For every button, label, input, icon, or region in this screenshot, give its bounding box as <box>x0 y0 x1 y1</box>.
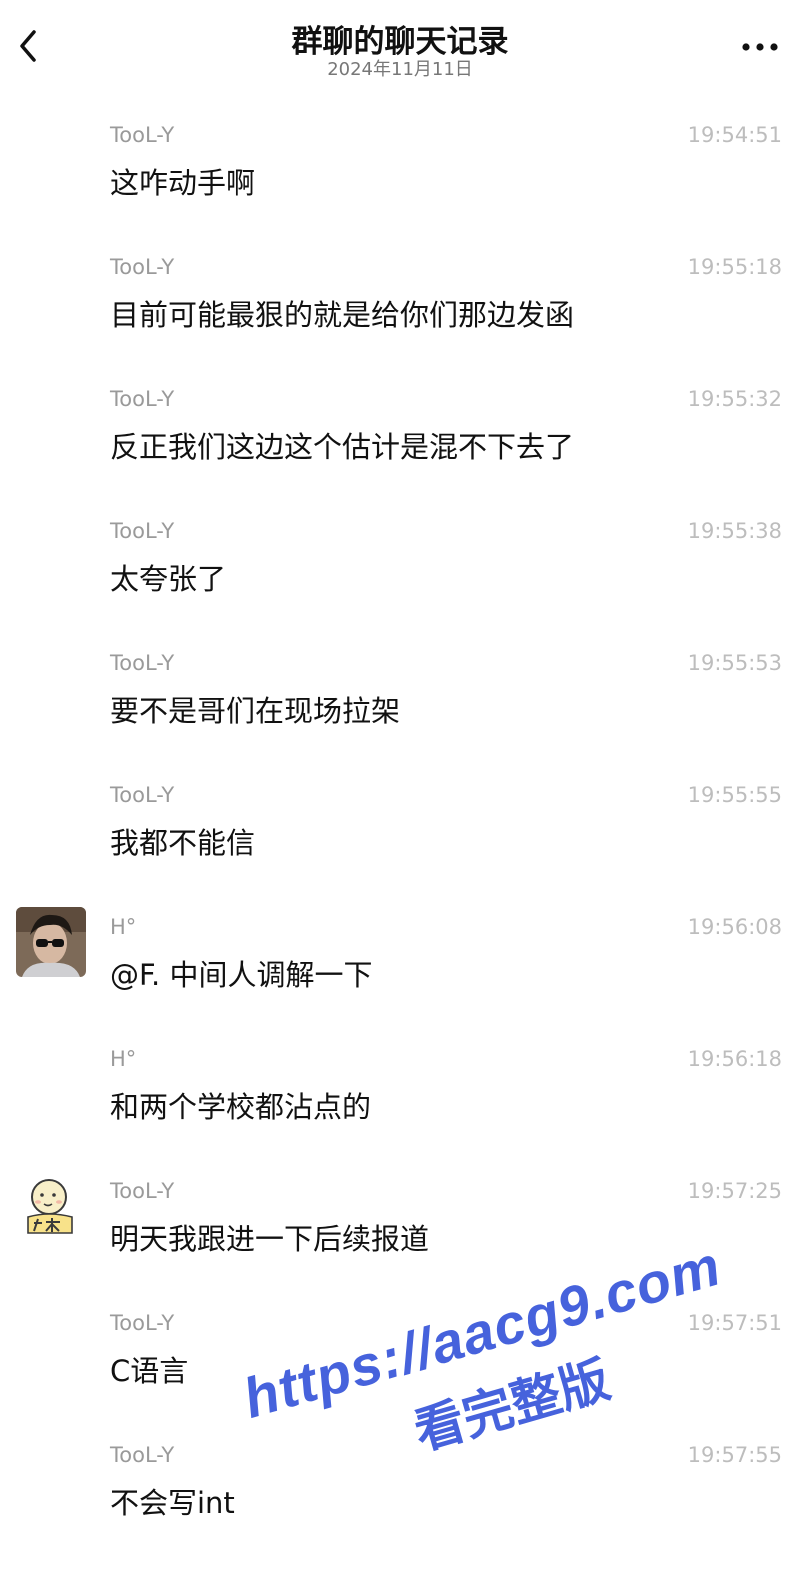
message-text[interactable]: 目前可能最狠的就是给你们那边发函 <box>110 292 574 334</box>
message-text[interactable]: 和两个学校都沾点的 <box>110 1084 371 1126</box>
message-text[interactable]: 这咋动手啊 <box>110 160 255 202</box>
message-text[interactable]: 明天我跟进一下后续报道 <box>110 1216 429 1258</box>
message-sender: H° <box>110 1047 137 1071</box>
message-time: 19:54:51 <box>687 123 782 147</box>
more-options-button[interactable] <box>740 32 780 62</box>
avatar-cartoon[interactable] <box>16 1171 86 1241</box>
message-sender: TooL-Y <box>110 255 175 279</box>
message-item: TooL-Y 19:57:51 C语言 <box>0 1288 800 1420</box>
message-sender: TooL-Y <box>110 783 175 807</box>
message-sender: H° <box>110 915 137 939</box>
message-time: 19:57:55 <box>687 1443 782 1467</box>
message-text[interactable]: C语言 <box>110 1348 188 1390</box>
cartoon-character-avatar-icon <box>16 1171 86 1241</box>
message-text[interactable]: @F. 中间人调解一下 <box>110 952 372 994</box>
message-text[interactable]: 不会写int <box>110 1480 235 1522</box>
message-item: TooL-Y 19:55:32 反正我们这边这个估计是混不下去了 <box>0 364 800 496</box>
message-text[interactable]: 我都不能信 <box>110 820 255 862</box>
message-item: TooL-Y 19:57:25 明天我跟进一下后续报道 <box>0 1156 800 1288</box>
message-sender: TooL-Y <box>110 651 175 675</box>
user-photo-avatar-icon <box>16 907 86 977</box>
message-sender: TooL-Y <box>110 519 175 543</box>
message-time: 19:55:18 <box>687 255 782 279</box>
message-item: TooL-Y 19:55:38 太夸张了 <box>0 496 800 628</box>
message-item: TooL-Y 19:55:55 我都不能信 <box>0 760 800 892</box>
message-time: 19:56:08 <box>687 915 782 939</box>
message-item: TooL-Y 19:55:53 要不是哥们在现场拉架 <box>0 628 800 760</box>
message-time: 19:55:32 <box>687 387 782 411</box>
message-sender: TooL-Y <box>110 1311 175 1335</box>
message-sender: TooL-Y <box>110 1179 175 1203</box>
message-time: 19:57:25 <box>687 1179 782 1203</box>
message-time: 19:56:18 <box>687 1047 782 1071</box>
message-item: TooL-Y 19:55:18 目前可能最狠的就是给你们那边发函 <box>0 232 800 364</box>
chat-date: 2024年11月11日 <box>327 59 473 80</box>
message-text[interactable]: 太夸张了 <box>110 556 226 598</box>
chat-header: 群聊的聊天记录 2024年11月11日 <box>0 0 800 90</box>
message-item: TooL-Y 19:54:51 这咋动手啊 <box>0 100 800 232</box>
message-text[interactable]: 反正我们这边这个估计是混不下去了 <box>110 424 574 466</box>
message-sender: TooL-Y <box>110 387 175 411</box>
message-time: 19:55:38 <box>687 519 782 543</box>
message-sender: TooL-Y <box>110 123 175 147</box>
message-sender: TooL-Y <box>110 1443 175 1467</box>
message-item: H° 19:56:18 和两个学校都沾点的 <box>0 1024 800 1156</box>
message-time: 19:57:51 <box>687 1311 782 1335</box>
message-item: H° 19:56:08 @F. 中间人调解一下 <box>0 892 800 1024</box>
message-time: 19:55:53 <box>687 651 782 675</box>
avatar-photo[interactable] <box>16 907 86 977</box>
more-dots-icon <box>742 43 778 51</box>
message-text[interactable]: 要不是哥们在现场拉架 <box>110 688 400 730</box>
message-list: TooL-Y 19:54:51 这咋动手啊 TooL-Y 19:55:18 目前… <box>0 100 800 1552</box>
message-item: TooL-Y 19:57:55 不会写int <box>0 1420 800 1552</box>
message-time: 19:55:55 <box>687 783 782 807</box>
